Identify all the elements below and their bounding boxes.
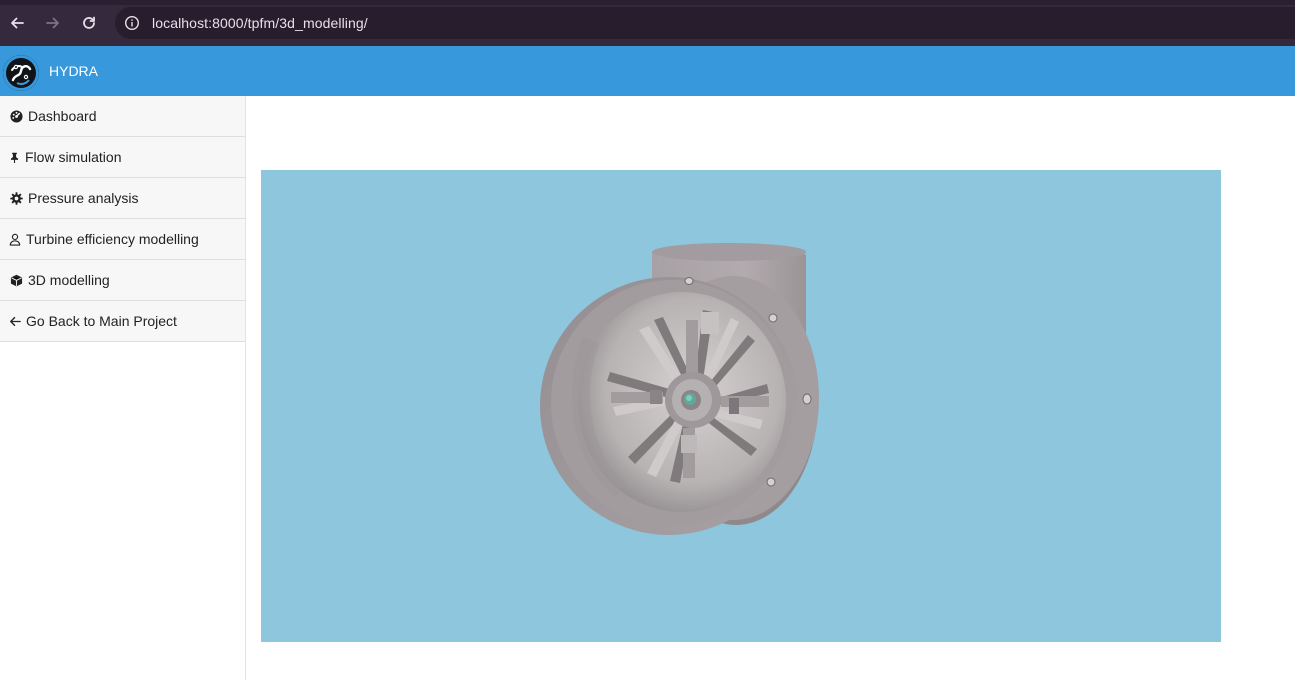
sidebar-item-dashboard[interactable]: Dashboard: [0, 96, 245, 137]
turbine-3d-model[interactable]: [261, 170, 1221, 642]
sidebar-item-3d-modelling[interactable]: 3D modelling: [0, 260, 245, 301]
3d-viewer-canvas[interactable]: [261, 170, 1221, 642]
sidebar-item-flow-simulation[interactable]: Flow simulation: [0, 137, 245, 178]
brand-title[interactable]: HYDRA: [49, 63, 98, 79]
back-button[interactable]: [6, 12, 28, 34]
hydra-logo[interactable]: [3, 55, 39, 91]
app-header: [0, 46, 1295, 96]
browser-tab-strip: [0, 0, 1295, 5]
pin-icon: [9, 150, 20, 164]
sidebar-item-label: Turbine efficiency modelling: [26, 231, 199, 247]
sidebar-item-label: Dashboard: [28, 108, 97, 124]
sidebar-item-pressure-analysis[interactable]: Pressure analysis: [0, 178, 245, 219]
reload-button[interactable]: [78, 12, 100, 34]
sidebar-item-turbine-efficiency[interactable]: Turbine efficiency modelling: [0, 219, 245, 260]
reload-icon: [83, 16, 95, 29]
sidebar-item-go-back[interactable]: Go Back to Main Project: [0, 301, 245, 342]
url-text[interactable]: localhost:8000/tpfm/3d_modelling/: [152, 15, 368, 31]
info-icon[interactable]: [124, 15, 140, 31]
forward-button[interactable]: [42, 12, 64, 34]
sidebar: Dashboard Flow simulation Pressure analy…: [0, 96, 246, 680]
dashboard-icon: [9, 109, 23, 123]
hydra-logo-icon: [3, 55, 39, 91]
browser-toolbar: localhost:8000/tpfm/3d_modelling/: [0, 0, 1295, 46]
sidebar-item-label: 3D modelling: [28, 272, 110, 288]
sidebar-item-label: Pressure analysis: [28, 190, 139, 206]
sidebar-item-label: Flow simulation: [25, 149, 122, 165]
user-icon: [9, 232, 21, 246]
arrow-left-icon: [11, 17, 24, 29]
arrow-right-icon: [46, 17, 59, 29]
sidebar-item-label: Go Back to Main Project: [26, 313, 177, 329]
address-bar[interactable]: localhost:8000/tpfm/3d_modelling/: [115, 7, 1295, 39]
arrow-left-icon: [9, 314, 21, 328]
cube-icon: [9, 273, 23, 287]
gear-icon: [9, 191, 23, 205]
